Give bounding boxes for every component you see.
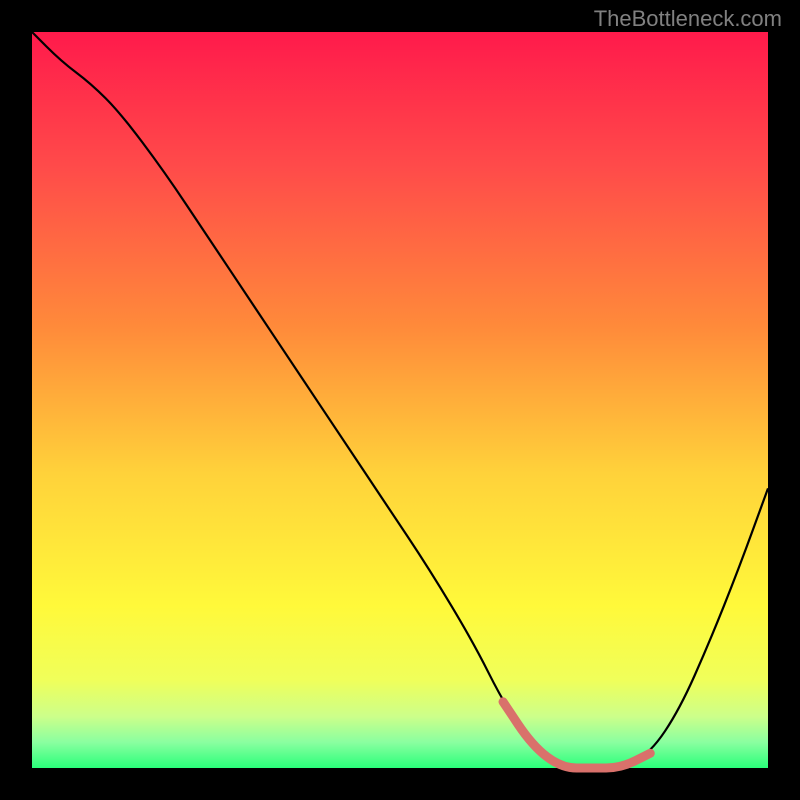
watermark-label: TheBottleneck.com — [594, 6, 782, 32]
bottleneck-chart — [0, 0, 800, 800]
